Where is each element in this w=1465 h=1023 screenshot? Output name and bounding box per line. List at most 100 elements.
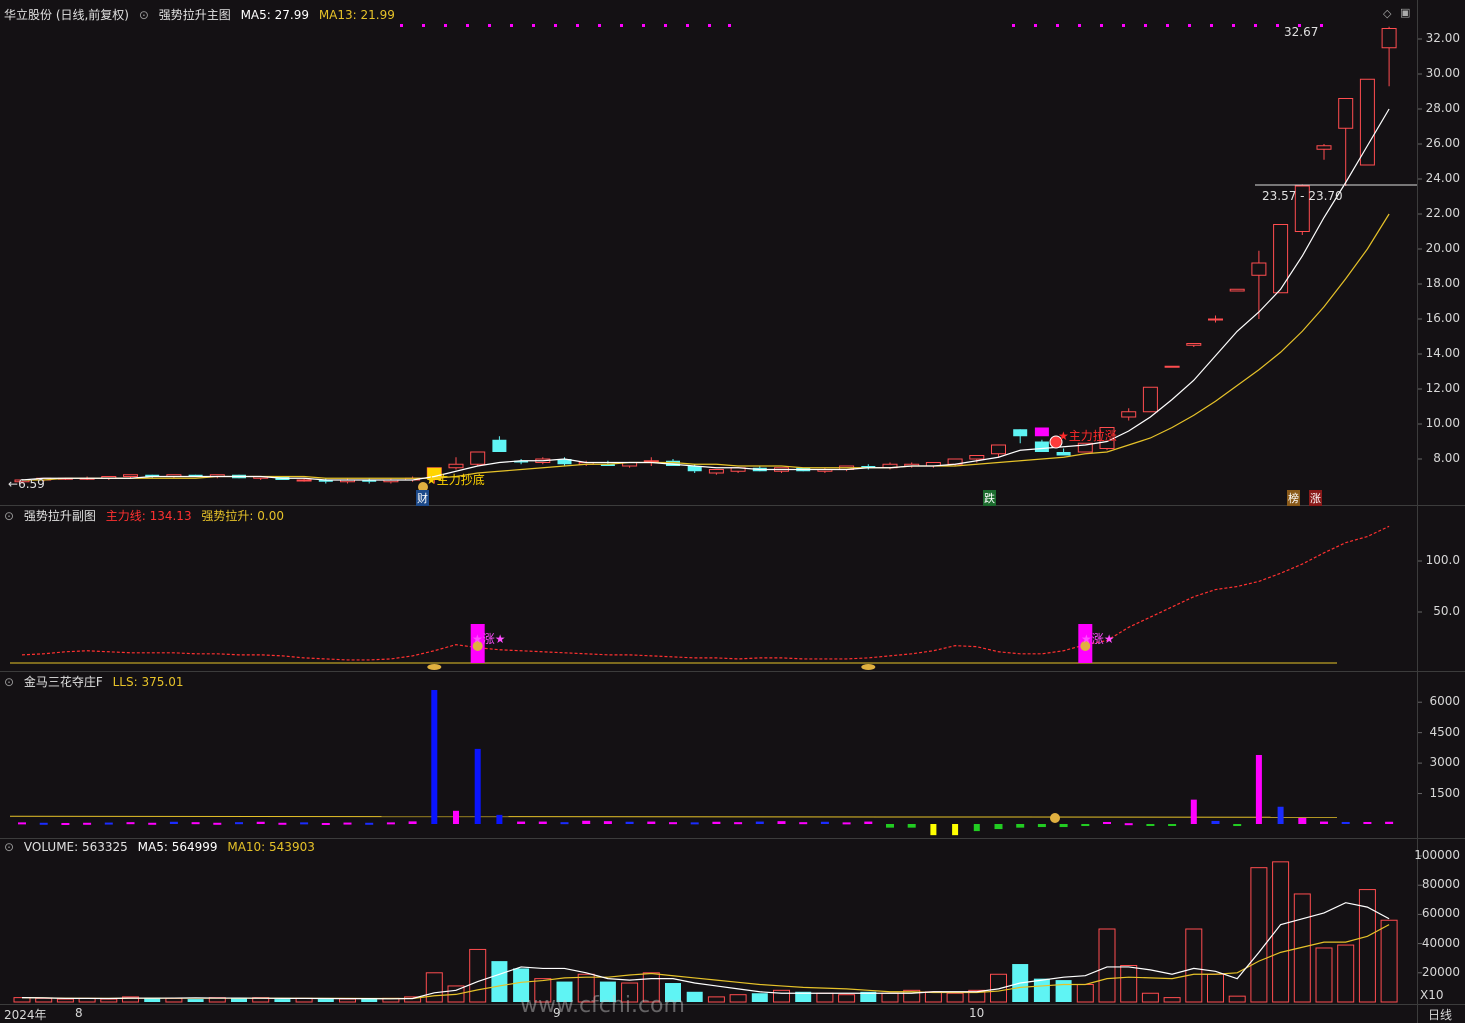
- lls-bar: [39, 822, 48, 825]
- candle-body: [1208, 318, 1223, 321]
- lls-bar: [712, 821, 721, 824]
- lls-bar: [321, 822, 330, 825]
- tag-cai[interactable]: 财: [416, 490, 429, 506]
- y-tick-label: 24.00: [1425, 171, 1460, 185]
- candle-body: [1164, 365, 1180, 368]
- lls-bar: [864, 821, 873, 824]
- signal-dot: [1254, 24, 1257, 27]
- candle-body: [969, 455, 985, 460]
- lls-bar: [1103, 821, 1111, 824]
- panel-divider: [0, 1004, 1465, 1005]
- y-tick-label: 20.00: [1425, 241, 1460, 255]
- signal-dot: [444, 24, 447, 27]
- candle-body: [1381, 28, 1397, 49]
- signal-marker: [861, 664, 876, 670]
- volume-bar: [469, 948, 487, 1003]
- signal-dot: [642, 24, 645, 27]
- volume-bar: [165, 997, 183, 1003]
- lls-bar: [474, 748, 481, 824]
- volume-bar: [773, 989, 790, 1003]
- lls-bar: [690, 822, 699, 825]
- tag-die[interactable]: 跌: [983, 490, 996, 506]
- volume-bar: [425, 972, 443, 1003]
- signal-bottom: ★主力抄底: [426, 473, 485, 487]
- lls-bar: [952, 824, 959, 836]
- volume-bar: [317, 999, 334, 1002]
- signal-dot: [1210, 24, 1213, 27]
- signal-dot: [620, 24, 623, 27]
- lls-bar: [820, 821, 829, 824]
- y-tick-label: 30.00: [1425, 66, 1460, 80]
- panel-divider: [0, 505, 1465, 506]
- dropdown-icon[interactable]: ⊙: [4, 509, 14, 523]
- lls-bar: [453, 810, 459, 824]
- period-selector[interactable]: 日线: [1428, 1006, 1452, 1023]
- signal-dot: [466, 24, 469, 27]
- signal-dot: [532, 24, 535, 27]
- candle-body: [296, 479, 312, 482]
- y-tick-label: 14.00: [1425, 346, 1460, 360]
- lls-bar: [1124, 823, 1133, 826]
- lls-bar: [517, 821, 526, 824]
- lls-bar: [18, 822, 26, 825]
- signal-dot: [576, 24, 579, 27]
- candle-body: [492, 439, 507, 452]
- volume-bar: [946, 992, 964, 1003]
- volume-bar: [1207, 973, 1224, 1003]
- signal-candle: [1034, 427, 1049, 437]
- volume-ma10-line: [21, 924, 1390, 1000]
- volume-bar: [1228, 995, 1246, 1003]
- lls-bar: [343, 822, 352, 825]
- y-tick-label: 12.00: [1425, 381, 1460, 395]
- lls-bar: [169, 821, 178, 824]
- volume-bar: [707, 996, 725, 1003]
- volume-bar: [1163, 997, 1181, 1003]
- lls-bar: [431, 690, 438, 824]
- tag-bang[interactable]: 榜: [1287, 490, 1300, 506]
- volume-bar: [1076, 983, 1094, 1003]
- lls-bar: [104, 822, 113, 825]
- signal-marker: [427, 664, 442, 670]
- candle-body: [1338, 98, 1354, 129]
- dropdown-icon[interactable]: ⊙: [139, 8, 149, 22]
- signal-dot: [510, 24, 513, 27]
- candle-body: [470, 451, 486, 465]
- candle-body: [991, 444, 1006, 455]
- volume-bar: [881, 992, 899, 1003]
- lls-bar: [148, 822, 157, 825]
- candle-body: [1142, 386, 1158, 413]
- candle-body: [1359, 78, 1375, 166]
- signal-dot: [664, 24, 667, 27]
- indicator-name[interactable]: 强势拉升主图: [159, 8, 231, 22]
- lls-bar: [191, 822, 200, 825]
- volume-bar: [1380, 919, 1398, 1003]
- low-price-label: ←6.59: [8, 477, 45, 491]
- lls-bar: [538, 821, 547, 824]
- diamond-icon[interactable]: ◇: [1383, 7, 1391, 20]
- stock-name[interactable]: 华立股份 (日线,前复权): [4, 8, 129, 22]
- volume-ma5-line: [21, 902, 1390, 1000]
- lls-bar: [1211, 820, 1220, 824]
- dropdown-icon[interactable]: ⊙: [4, 840, 14, 854]
- dropdown-icon[interactable]: ⊙: [4, 675, 14, 689]
- tag-zhang[interactable]: 涨: [1309, 490, 1322, 506]
- volume-bar: [1055, 980, 1072, 1002]
- range-label: 23.57 - 23.70: [1262, 189, 1343, 203]
- lls-bar: [256, 821, 265, 824]
- candle-body: [1186, 343, 1202, 346]
- sub1-title[interactable]: 强势拉升副图: [24, 509, 96, 523]
- signal-pull-text: 主力拉涨: [1068, 429, 1117, 443]
- volume-bar: [100, 998, 118, 1003]
- sub2-header: ⊙ 金马三花夺庄F LLS: 375.01: [4, 673, 189, 690]
- candle-body: [643, 460, 659, 463]
- volume-ma10-label: MA10: 543903: [227, 840, 315, 854]
- lls-bar: [1190, 799, 1197, 824]
- candle-body: [123, 474, 138, 477]
- lls-bar: [235, 822, 243, 825]
- y-tick-label: 16.00: [1425, 311, 1460, 325]
- volume-bar: [751, 993, 768, 1002]
- panel-toggle-icon[interactable]: ▣: [1400, 6, 1410, 19]
- sub2-title[interactable]: 金马三花夺庄F: [24, 675, 103, 689]
- ma5-label: MA5: 27.99: [240, 8, 309, 22]
- lls-bar: [886, 824, 894, 828]
